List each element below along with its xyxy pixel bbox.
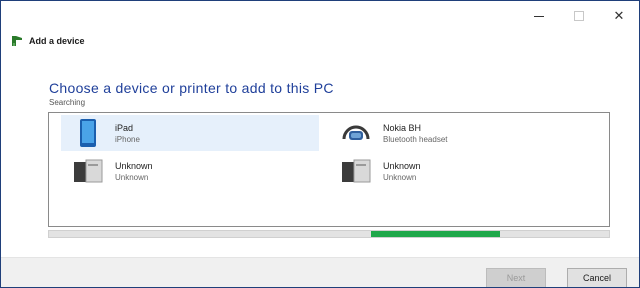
- dialog-footer: Next Cancel: [1, 257, 639, 287]
- page-heading: Choose a device or printer to add to thi…: [49, 80, 334, 96]
- add-device-icon: [12, 36, 22, 46]
- device-list: iPad iPhone Nokia BH Bluetooth headset U…: [48, 112, 610, 227]
- device-type: Unknown: [383, 172, 417, 182]
- generic-device-icon: [339, 156, 373, 186]
- minimize-button[interactable]: [519, 5, 559, 27]
- search-progress-bar: [48, 230, 610, 238]
- maximize-icon: [574, 11, 584, 21]
- device-item-headset[interactable]: Nokia BH Bluetooth headset: [329, 115, 587, 151]
- close-icon: ✕: [613, 8, 625, 23]
- device-name: Unknown: [115, 160, 153, 171]
- app-title: Add a device: [29, 36, 85, 46]
- device-name: Nokia BH: [383, 122, 422, 133]
- minimize-icon: [534, 15, 544, 17]
- title-bar: ✕: [1, 1, 639, 31]
- progress-indicator: [371, 231, 500, 237]
- maximize-button[interactable]: [559, 5, 599, 27]
- device-item-unknown-2[interactable]: Unknown Unknown: [329, 153, 587, 189]
- device-type: Unknown: [115, 172, 149, 182]
- device-name: Unknown: [383, 160, 421, 171]
- device-name: iPad: [115, 122, 134, 133]
- cancel-button[interactable]: Cancel: [567, 268, 627, 287]
- app-header: Add a device: [11, 33, 85, 49]
- next-button[interactable]: Next: [486, 268, 546, 287]
- device-item-ipad[interactable]: iPad iPhone: [61, 115, 319, 151]
- device-type: iPhone: [115, 134, 140, 144]
- close-button[interactable]: ✕: [599, 5, 639, 27]
- headset-icon: [339, 118, 373, 148]
- search-status: Searching: [49, 98, 86, 107]
- device-item-unknown-1[interactable]: Unknown Unknown: [61, 153, 319, 189]
- add-device-window: ✕ Add a device Choose a device or printe…: [0, 0, 640, 288]
- device-type: Bluetooth headset: [383, 134, 448, 144]
- tablet-icon: [71, 118, 105, 148]
- generic-device-icon: [71, 156, 105, 186]
